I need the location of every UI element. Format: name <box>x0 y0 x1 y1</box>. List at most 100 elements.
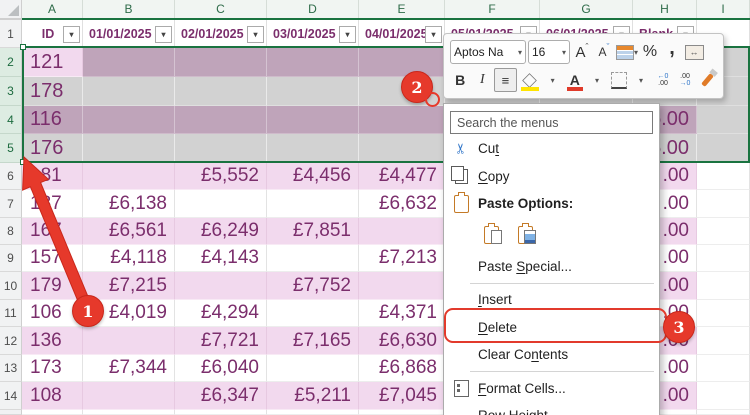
format-table-button[interactable]: ▾ <box>616 40 638 64</box>
cell-A14[interactable]: 108 <box>22 382 83 410</box>
cell-I6[interactable] <box>697 163 750 190</box>
cell-A10[interactable]: 179 <box>22 272 83 300</box>
header-cell-E[interactable]: 04/01/2025 ▾ <box>359 20 445 48</box>
cell-C5[interactable] <box>175 134 267 163</box>
header-cell-A[interactable]: ID ▾ <box>22 20 83 48</box>
row-header-12[interactable]: 12 <box>0 327 22 355</box>
decrease-font-button[interactable]: Aˇ <box>594 40 614 64</box>
decrease-decimal-button[interactable]: .00 →0 <box>675 68 695 92</box>
paste-picture-button[interactable] <box>512 223 538 247</box>
cell-B7[interactable]: £6,138 <box>83 190 175 218</box>
cell-B9[interactable]: £4,118 <box>83 245 175 272</box>
cell-A6[interactable]: 181 <box>22 163 83 190</box>
header-cell-D[interactable]: 03/01/2025 ▾ <box>267 20 359 48</box>
cell-B13[interactable]: £7,344 <box>83 355 175 382</box>
font-size-select[interactable]: 16 ▾ <box>528 40 570 64</box>
search-input[interactable] <box>450 111 653 134</box>
column-header-H[interactable]: H <box>633 0 697 18</box>
menu-item-delete[interactable]: Delete <box>444 314 659 342</box>
row-header-3[interactable]: 3 <box>0 77 22 106</box>
cell-E8[interactable] <box>359 218 445 245</box>
cell-E10[interactable] <box>359 272 445 300</box>
filter-dropdown-A[interactable]: ▾ <box>63 26 80 43</box>
cell-C10[interactable] <box>175 272 267 300</box>
cell-C7[interactable] <box>175 190 267 218</box>
cell-E7[interactable]: £6,632 <box>359 190 445 218</box>
cell-B3[interactable] <box>83 77 175 106</box>
fill-color-dropdown[interactable]: ▾ <box>543 68 563 92</box>
bold-button[interactable]: B <box>450 68 470 92</box>
cell-C12[interactable]: £7,721 <box>175 327 267 355</box>
align-center-button[interactable]: ≡ <box>494 68 517 92</box>
cell-A12[interactable]: 136 <box>22 327 83 355</box>
cell-B4[interactable] <box>83 106 175 134</box>
cell-C3[interactable] <box>175 77 267 106</box>
cell-A7[interactable]: 187 <box>22 190 83 218</box>
cell-I13[interactable] <box>697 355 750 382</box>
cell-D12[interactable]: £7,165 <box>267 327 359 355</box>
column-header-G[interactable]: G <box>540 0 633 18</box>
increase-decimal-button[interactable]: ←0.00 <box>653 68 673 92</box>
cell-E11[interactable]: £4,371 <box>359 300 445 327</box>
header-cell-C[interactable]: 02/01/2025 ▾ <box>175 20 267 48</box>
column-header-E[interactable]: E <box>359 0 445 18</box>
cell-E12[interactable]: £6,630 <box>359 327 445 355</box>
menu-item-clear-contents[interactable]: Clear Contents <box>444 341 659 369</box>
cell-C6[interactable]: £5,552 <box>175 163 267 190</box>
cell-C2[interactable] <box>175 48 267 77</box>
cell-E9[interactable]: £7,213 <box>359 245 445 272</box>
row-header-6[interactable]: 6 <box>0 163 22 190</box>
cell-C4[interactable] <box>175 106 267 134</box>
column-header-B[interactable]: B <box>83 0 175 18</box>
header-cell-B[interactable]: 01/01/2025 ▾ <box>83 20 175 48</box>
filter-dropdown-B[interactable]: ▾ <box>155 26 172 43</box>
row-header-10[interactable]: 10 <box>0 272 22 300</box>
cell-D11[interactable] <box>267 300 359 327</box>
row-header-5[interactable]: 5 <box>0 134 22 163</box>
cell-B14[interactable] <box>83 382 175 410</box>
font-color-dropdown[interactable]: ▾ <box>587 68 607 92</box>
cell-I8[interactable] <box>697 218 750 245</box>
cell-A15-partial[interactable] <box>22 410 83 415</box>
paste-keep-source-button[interactable] <box>478 223 504 247</box>
cell-B5[interactable] <box>83 134 175 163</box>
menu-item-cut[interactable]: ✂ Cut <box>444 135 659 163</box>
cell-C13[interactable]: £6,040 <box>175 355 267 382</box>
menu-item-format-cells[interactable]: Format Cells... <box>444 375 659 403</box>
cell-B15-partial[interactable] <box>83 410 175 415</box>
increase-font-button[interactable]: Aˆ <box>572 40 592 64</box>
select-all-corner[interactable] <box>0 0 22 18</box>
menu-item-row-height[interactable]: Row Height... <box>444 402 659 415</box>
cell-I14[interactable] <box>697 382 750 410</box>
cell-E14[interactable]: £7,045 <box>359 382 445 410</box>
row-header-9[interactable]: 9 <box>0 245 22 272</box>
cell-I9[interactable] <box>697 245 750 272</box>
row-header-1[interactable]: 1 <box>0 20 22 48</box>
cell-E2[interactable] <box>359 48 445 77</box>
cell-I7[interactable] <box>697 190 750 218</box>
cell-A3[interactable]: 178 <box>22 77 83 106</box>
cell-D14[interactable]: £5,211 <box>267 382 359 410</box>
cell-D3[interactable] <box>267 77 359 106</box>
cell-C8[interactable]: £6,249 <box>175 218 267 245</box>
row-header-14[interactable]: 14 <box>0 382 22 410</box>
cell-E4[interactable] <box>359 106 445 134</box>
row-header-7[interactable]: 7 <box>0 190 22 218</box>
cell-A13[interactable]: 173 <box>22 355 83 382</box>
borders-dropdown[interactable]: ▾ <box>631 68 651 92</box>
cell-A9[interactable]: 157 <box>22 245 83 272</box>
row-header-15-partial[interactable] <box>0 410 22 415</box>
cell-E6[interactable]: £4,477 <box>359 163 445 190</box>
menu-item-copy[interactable]: Copy <box>444 163 659 191</box>
column-header-A[interactable]: A <box>22 0 83 18</box>
cell-D7[interactable] <box>267 190 359 218</box>
menu-item-paste-special[interactable]: Paste Special... <box>444 253 659 281</box>
menu-item-paste-options[interactable]: Paste Options: <box>444 190 659 218</box>
row-header-13[interactable]: 13 <box>0 355 22 382</box>
italic-button[interactable]: I <box>472 68 492 92</box>
cell-C9[interactable]: £4,143 <box>175 245 267 272</box>
cell-E15-partial[interactable] <box>359 410 445 415</box>
merge-center-button[interactable]: ↔ <box>684 40 704 64</box>
filter-dropdown-D[interactable]: ▾ <box>339 26 356 43</box>
column-header-F[interactable]: F <box>445 0 540 18</box>
